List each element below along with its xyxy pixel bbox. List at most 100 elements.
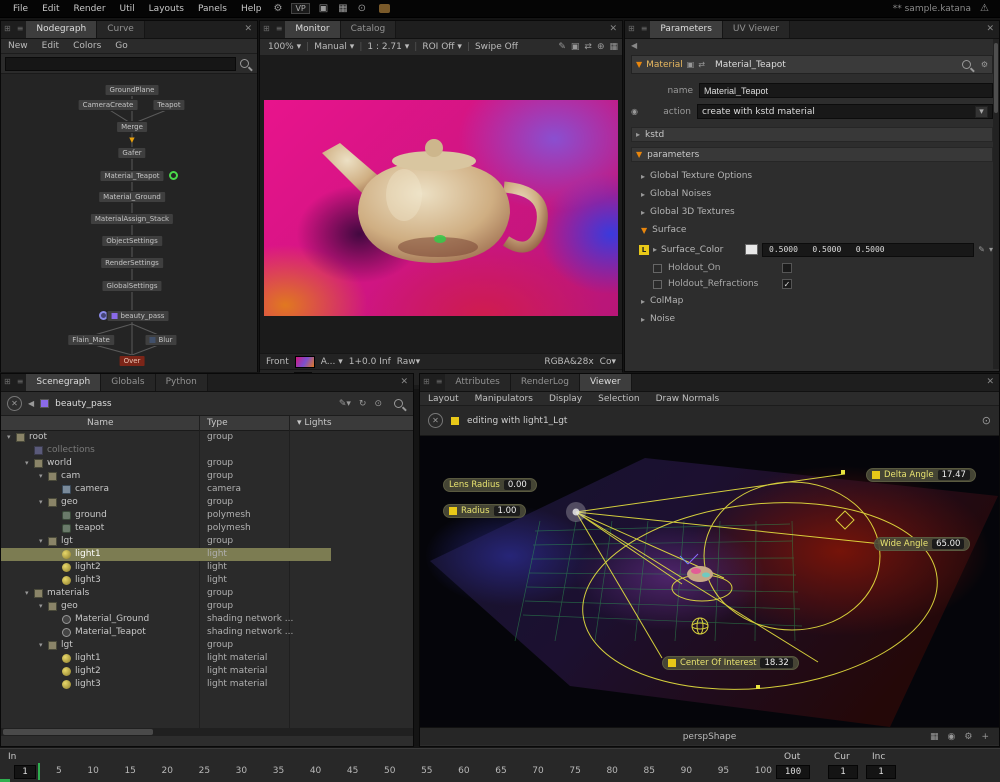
- group-surface[interactable]: ▼ Surface: [631, 221, 993, 239]
- nodegraph-menu-colors[interactable]: Colors: [66, 41, 108, 51]
- expand-arrow[interactable]: ▸: [641, 172, 645, 181]
- menu-layouts[interactable]: Layouts: [142, 4, 191, 14]
- front-thumbnail[interactable]: [295, 356, 315, 368]
- nodegraph-menu-go[interactable]: Go: [108, 41, 134, 51]
- name-field[interactable]: [699, 83, 993, 98]
- tab-renderlog[interactable]: RenderLog: [511, 374, 580, 391]
- back-arrow[interactable]: ◀: [631, 41, 993, 55]
- pane-menu-icon[interactable]: ⊞: [1, 374, 14, 391]
- group-global-noises[interactable]: ▸ Global Noises: [631, 185, 993, 203]
- expand-arrow[interactable]: ▸: [653, 245, 657, 254]
- current-frame-field[interactable]: [828, 765, 858, 779]
- group-global-3d-textures[interactable]: ▸ Global 3D Textures: [631, 203, 993, 221]
- expand-arrow[interactable]: ▼: [641, 226, 647, 235]
- group-parameters[interactable]: ▼ parameters: [631, 147, 993, 162]
- frame-ruler[interactable]: 510 1520 2530 3540 4550 5560 6570 7580 8…: [56, 766, 772, 776]
- pane-split-icon[interactable]: ≡: [433, 374, 446, 391]
- table-row-light3[interactable]: light3light: [1, 574, 413, 587]
- viewer-menu-display[interactable]: Display: [541, 394, 590, 404]
- pane-menu-icon[interactable]: ⊞: [1, 21, 14, 38]
- scrollbar[interactable]: [993, 39, 999, 369]
- column-type[interactable]: Type: [207, 418, 228, 428]
- node-materialassign-stack[interactable]: MaterialAssign_Stack: [90, 213, 174, 225]
- swap-icon[interactable]: ⇄: [584, 42, 592, 52]
- front-color-select[interactable]: Co▾: [600, 357, 616, 367]
- search-icon[interactable]: [962, 60, 971, 69]
- update-mode-select[interactable]: Manual ▾: [310, 42, 358, 52]
- table-row-material-ground[interactable]: Material_Groundshading network ...: [1, 613, 413, 626]
- viewer-menu-manipulators[interactable]: Manipulators: [467, 394, 541, 404]
- viewer-menu-draw-normals[interactable]: Draw Normals: [648, 394, 728, 404]
- table-row-lgt[interactable]: ▾lgtgroup: [1, 535, 413, 548]
- tab-uv-viewer[interactable]: UV Viewer: [723, 21, 790, 38]
- node-search-input[interactable]: [5, 57, 236, 71]
- node-rendersettings[interactable]: RenderSettings: [100, 257, 164, 269]
- pane-split-icon[interactable]: ≡: [273, 21, 286, 38]
- table-row-light3-material[interactable]: light3light material: [1, 678, 413, 691]
- viewer-menu-selection[interactable]: Selection: [590, 394, 647, 404]
- grid-icon[interactable]: ▦: [930, 732, 939, 742]
- column-lights[interactable]: ▾ Lights: [297, 418, 332, 428]
- tab-python[interactable]: Python: [156, 374, 208, 391]
- node-flain-mate[interactable]: Flain_Mate: [67, 334, 115, 346]
- node-over[interactable]: Over: [119, 355, 146, 367]
- front-alpha-select[interactable]: A... ▾: [321, 357, 343, 367]
- lens-radius-manipulator[interactable]: Lens Radius 0.00: [443, 478, 537, 492]
- action-dropdown[interactable]: create with kstd material ▾: [697, 104, 993, 119]
- node-merge[interactable]: Merge: [116, 121, 148, 133]
- table-row-teapot[interactable]: teapotpolymesh: [1, 522, 413, 535]
- table-row-materials-lgt[interactable]: ▾lgtgroup: [1, 639, 413, 652]
- pane-menu-icon[interactable]: ⊞: [625, 21, 638, 38]
- render-robot-icon[interactable]: [379, 4, 390, 13]
- menu-render[interactable]: Render: [67, 4, 113, 14]
- expand-arrow[interactable]: ▸: [641, 297, 645, 306]
- node-beauty-pass[interactable]: beauty_pass: [107, 310, 170, 322]
- node-teapot[interactable]: Teapot: [152, 99, 185, 111]
- close-icon[interactable]: ✕: [604, 21, 622, 38]
- tab-parameters[interactable]: Parameters: [650, 21, 723, 38]
- swipe-select[interactable]: Swipe Off: [471, 42, 522, 52]
- center-of-interest-manipulator[interactable]: Center Of Interest 18.32: [662, 656, 799, 670]
- back-arrow[interactable]: ◀: [28, 399, 34, 408]
- menu-help[interactable]: Help: [234, 4, 269, 14]
- copy-icon[interactable]: ▣: [314, 3, 333, 14]
- gear-icon[interactable]: ⚙: [268, 3, 287, 14]
- expand-arrow[interactable]: ▸: [641, 190, 645, 199]
- stop-editing-icon[interactable]: ✕: [428, 413, 443, 428]
- copy-icon[interactable]: ▣: [571, 42, 580, 52]
- front-raw-select[interactable]: Raw▾: [397, 357, 420, 367]
- roi-select[interactable]: ROI Off ▾: [418, 42, 466, 52]
- search-icon[interactable]: [240, 59, 249, 68]
- node-objectsettings[interactable]: ObjectSettings: [101, 235, 163, 247]
- table-row-world[interactable]: ▾worldgroup: [1, 457, 413, 470]
- holdout-on-checkbox[interactable]: [782, 263, 792, 273]
- radius-manipulator[interactable]: Radius 1.00: [443, 504, 526, 518]
- pane-menu-icon[interactable]: ⊞: [420, 374, 433, 391]
- clear-context-icon[interactable]: ✕: [7, 396, 22, 411]
- close-icon[interactable]: ✕: [395, 374, 413, 391]
- table-row-camera[interactable]: cameracamera: [1, 483, 413, 496]
- nodegraph-menu-edit[interactable]: Edit: [35, 41, 66, 51]
- nodegraph-canvas[interactable]: GroundPlane CameraCreate Teapot Merge ▼ …: [1, 74, 257, 372]
- front-exposure[interactable]: 1+0.0 Inf: [349, 357, 391, 367]
- menu-panels[interactable]: Panels: [191, 4, 234, 14]
- in-frame-field[interactable]: [14, 765, 36, 779]
- node-gafer[interactable]: Gafer: [117, 147, 146, 159]
- wide-angle-manipulator[interactable]: Wide Angle 65.00: [874, 537, 970, 551]
- vp-toggle[interactable]: VP: [291, 3, 309, 14]
- scenegraph-column-header[interactable]: Name Type ▾ Lights: [1, 416, 413, 431]
- tab-curve[interactable]: Curve: [97, 21, 145, 38]
- table-row-light2-material[interactable]: light2light material: [1, 665, 413, 678]
- pane-split-icon[interactable]: ≡: [14, 21, 27, 38]
- table-row-materials-geo[interactable]: ▾geogroup: [1, 600, 413, 613]
- copy-icon[interactable]: ▣: [687, 60, 695, 69]
- table-row-geo[interactable]: ▾geogroup: [1, 496, 413, 509]
- tab-catalog[interactable]: Catalog: [341, 21, 397, 38]
- expand-arrow[interactable]: ▼: [636, 150, 642, 159]
- gear-icon[interactable]: ⚙: [964, 732, 972, 742]
- zoom-select[interactable]: 100% ▾: [264, 42, 305, 52]
- ratio-select[interactable]: 1 : 2.71 ▾: [363, 42, 413, 52]
- tab-nodegraph[interactable]: Nodegraph: [26, 21, 97, 38]
- grid-icon[interactable]: ▦: [609, 42, 618, 52]
- nodegraph-menu-new[interactable]: New: [1, 41, 35, 51]
